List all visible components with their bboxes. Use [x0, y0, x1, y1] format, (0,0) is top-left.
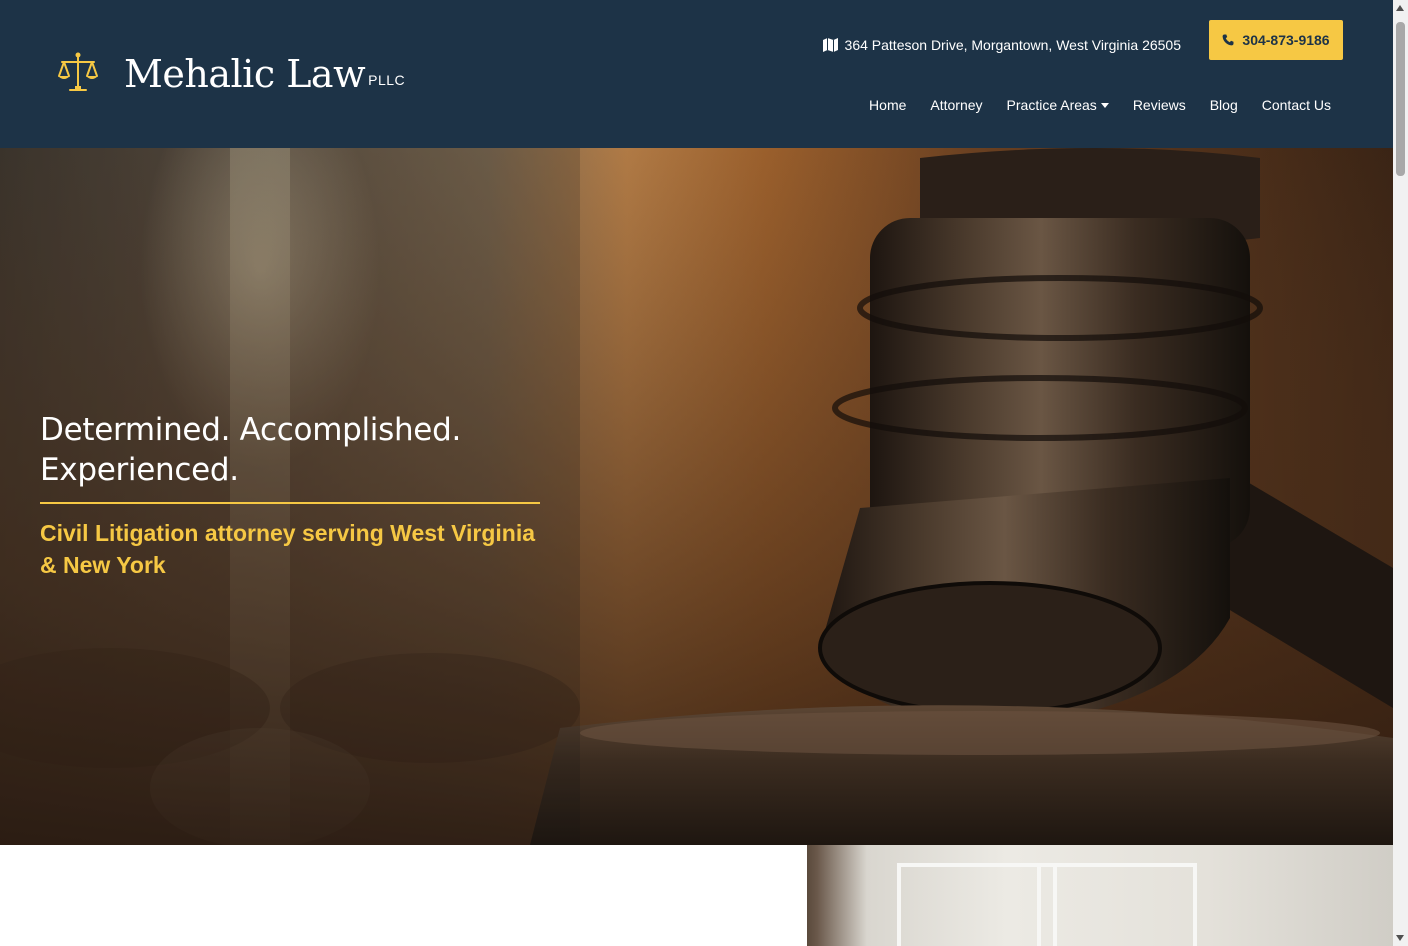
hero-text-block: Determined. Accomplished. Experienced. C…: [40, 410, 540, 581]
map-icon: [822, 38, 838, 52]
nav-label: Attorney: [930, 97, 983, 113]
vertical-scrollbar[interactable]: [1393, 0, 1408, 946]
nav-item-reviews[interactable]: Reviews: [1133, 97, 1186, 113]
scrollbar-thumb[interactable]: [1396, 22, 1405, 176]
office-window-image: [807, 845, 1393, 946]
window-pane: [897, 863, 1057, 946]
site-header: Mehalic Law PLLC 364 Patteson Drive, Mor…: [0, 0, 1393, 148]
hero-subheading-line2: & New York: [40, 552, 166, 578]
hero-subheading: Civil Litigation attorney serving West V…: [40, 517, 540, 581]
hero-subheading-line1: Civil Litigation attorney serving West V…: [40, 520, 536, 546]
scales-of-justice-icon: [58, 52, 98, 91]
scroll-down-arrow-icon[interactable]: [1396, 935, 1404, 941]
nav-label: Blog: [1209, 97, 1238, 113]
main-nav: Home Attorney Practice Areas Reviews Blo…: [845, 97, 1331, 113]
brand-name: Mehalic Law: [124, 52, 366, 96]
hero-heading-line2: Experienced.: [40, 452, 239, 488]
nav-label: Home: [869, 97, 907, 113]
nav-item-blog[interactable]: Blog: [1210, 97, 1238, 113]
phone-icon: [1222, 34, 1234, 46]
next-section: [0, 845, 1393, 946]
nav-label: Contact Us: [1261, 97, 1331, 113]
nav-item-practice-areas[interactable]: Practice Areas: [1007, 97, 1109, 113]
nav-label: Practice Areas: [1006, 97, 1097, 113]
hero-divider: [40, 502, 540, 504]
hero-heading: Determined. Accomplished. Experienced.: [40, 410, 540, 490]
nav-item-contact-us[interactable]: Contact Us: [1262, 97, 1331, 113]
hero-section: Determined. Accomplished. Experienced. C…: [0, 148, 1393, 845]
address-link[interactable]: 364 Patteson Drive, Morgantown, West Vir…: [822, 37, 1181, 53]
nav-item-attorney[interactable]: Attorney: [930, 97, 982, 113]
page: Mehalic Law PLLC 364 Patteson Drive, Mor…: [0, 0, 1408, 946]
scroll-up-arrow-icon[interactable]: [1396, 5, 1404, 11]
hero-heading-line1: Determined. Accomplished.: [40, 412, 462, 448]
nav-label: Reviews: [1132, 97, 1186, 113]
nav-item-home[interactable]: Home: [869, 97, 906, 113]
caret-down-icon: [1100, 103, 1109, 108]
phone-number: 304-873-9186: [1242, 32, 1330, 48]
brand-suffix: PLLC: [368, 72, 406, 88]
logo-link[interactable]: Mehalic Law PLLC: [56, 50, 405, 96]
phone-button[interactable]: 304-873-9186: [1209, 20, 1343, 60]
window-pane: [1037, 863, 1197, 946]
address-text: 364 Patteson Drive, Morgantown, West Vir…: [844, 37, 1181, 53]
